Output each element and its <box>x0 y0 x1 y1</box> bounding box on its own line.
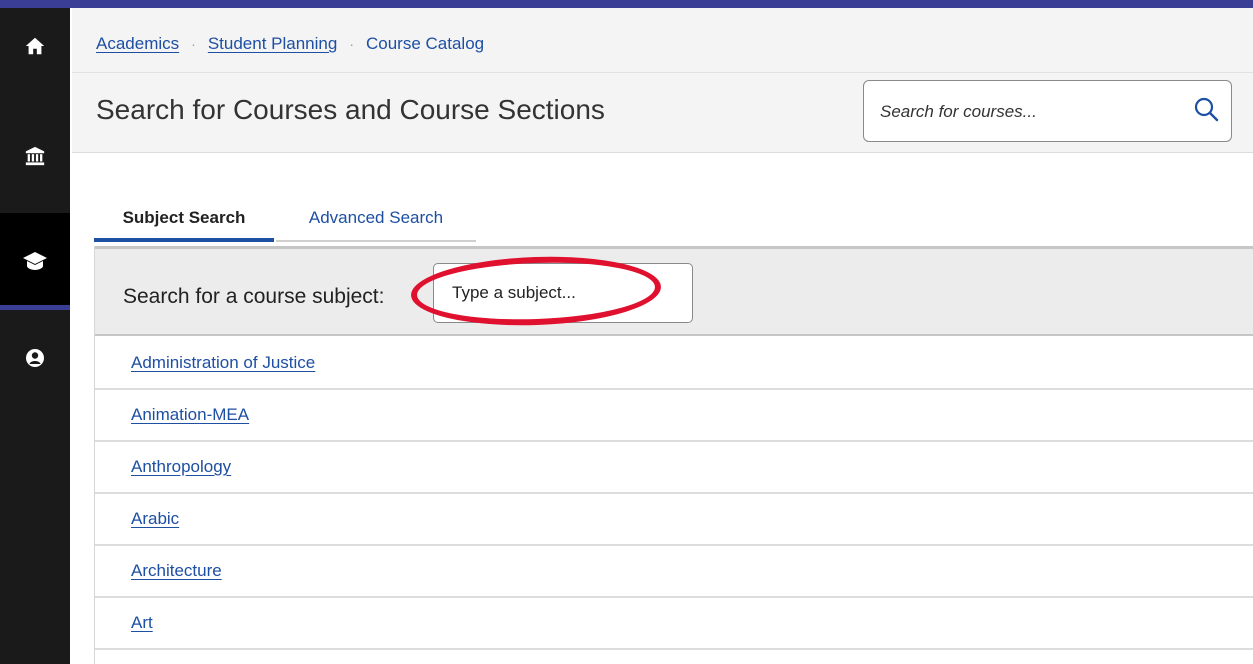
list-item: Art <box>95 598 1253 650</box>
course-search-button[interactable] <box>1189 94 1223 128</box>
breadcrumb: Academics · Student Planning · Course Catalo… <box>96 34 484 54</box>
subject-link[interactable]: Animation-MEA <box>131 405 249 425</box>
search-tabs: Subject Search Advanced Search <box>94 195 1253 245</box>
subject-link[interactable]: Anthropology <box>131 457 231 477</box>
search-icon <box>1193 96 1219 127</box>
page-header: Academics · Student Planning · Course Catalo… <box>72 8 1253 153</box>
active-tab-indicator <box>94 238 274 242</box>
tab-advanced-search[interactable]: Advanced Search <box>276 195 476 241</box>
sidebar-item-profile[interactable] <box>0 328 70 388</box>
breadcrumb-separator: · <box>191 36 196 52</box>
list-item: Architecture <box>95 546 1253 598</box>
sidebar <box>0 8 70 664</box>
home-icon <box>24 35 46 57</box>
tab-subject-search[interactable]: Subject Search <box>94 195 274 241</box>
list-item: Administration of Justice <box>95 338 1253 390</box>
subject-link[interactable]: Art <box>131 613 153 633</box>
tab-underline <box>276 240 476 242</box>
sidebar-divider <box>0 308 70 310</box>
page-title: Search for Courses and Course Sections <box>96 94 605 125</box>
list-item: Arabic <box>95 494 1253 546</box>
sidebar-item-academics[interactable] <box>0 213 70 309</box>
breadcrumb-separator: · <box>349 36 354 52</box>
subject-search-input[interactable] <box>433 263 693 323</box>
graduation-cap-icon <box>22 250 48 272</box>
subject-link[interactable]: Administration of Justice <box>131 353 315 373</box>
top-accent-bar <box>0 0 1253 8</box>
subject-link[interactable]: Arabic <box>131 509 179 529</box>
subject-list: Administration of Justice Animation-MEA … <box>95 338 1253 650</box>
breadcrumb-student-planning[interactable]: Student Planning <box>208 34 338 53</box>
course-search-box <box>863 80 1232 142</box>
sidebar-item-home[interactable] <box>0 8 70 84</box>
subject-link[interactable]: Architecture <box>131 561 222 581</box>
breadcrumb-current: Course Catalog <box>365 34 485 53</box>
list-item: Animation-MEA <box>95 390 1253 442</box>
subject-search-bar: Search for a course subject: <box>95 246 1253 336</box>
user-circle-icon <box>25 348 45 368</box>
subject-search-label: Search for a course subject: <box>123 285 385 308</box>
course-search-input[interactable] <box>878 99 1172 125</box>
list-item: Anthropology <box>95 442 1253 494</box>
breadcrumb-academics[interactable]: Academics <box>96 34 179 53</box>
header-divider <box>72 72 1253 73</box>
sidebar-item-finance[interactable] <box>0 118 70 194</box>
subject-search-panel: Search for a course subject: Administrat… <box>94 246 1253 664</box>
bank-icon <box>24 145 46 167</box>
